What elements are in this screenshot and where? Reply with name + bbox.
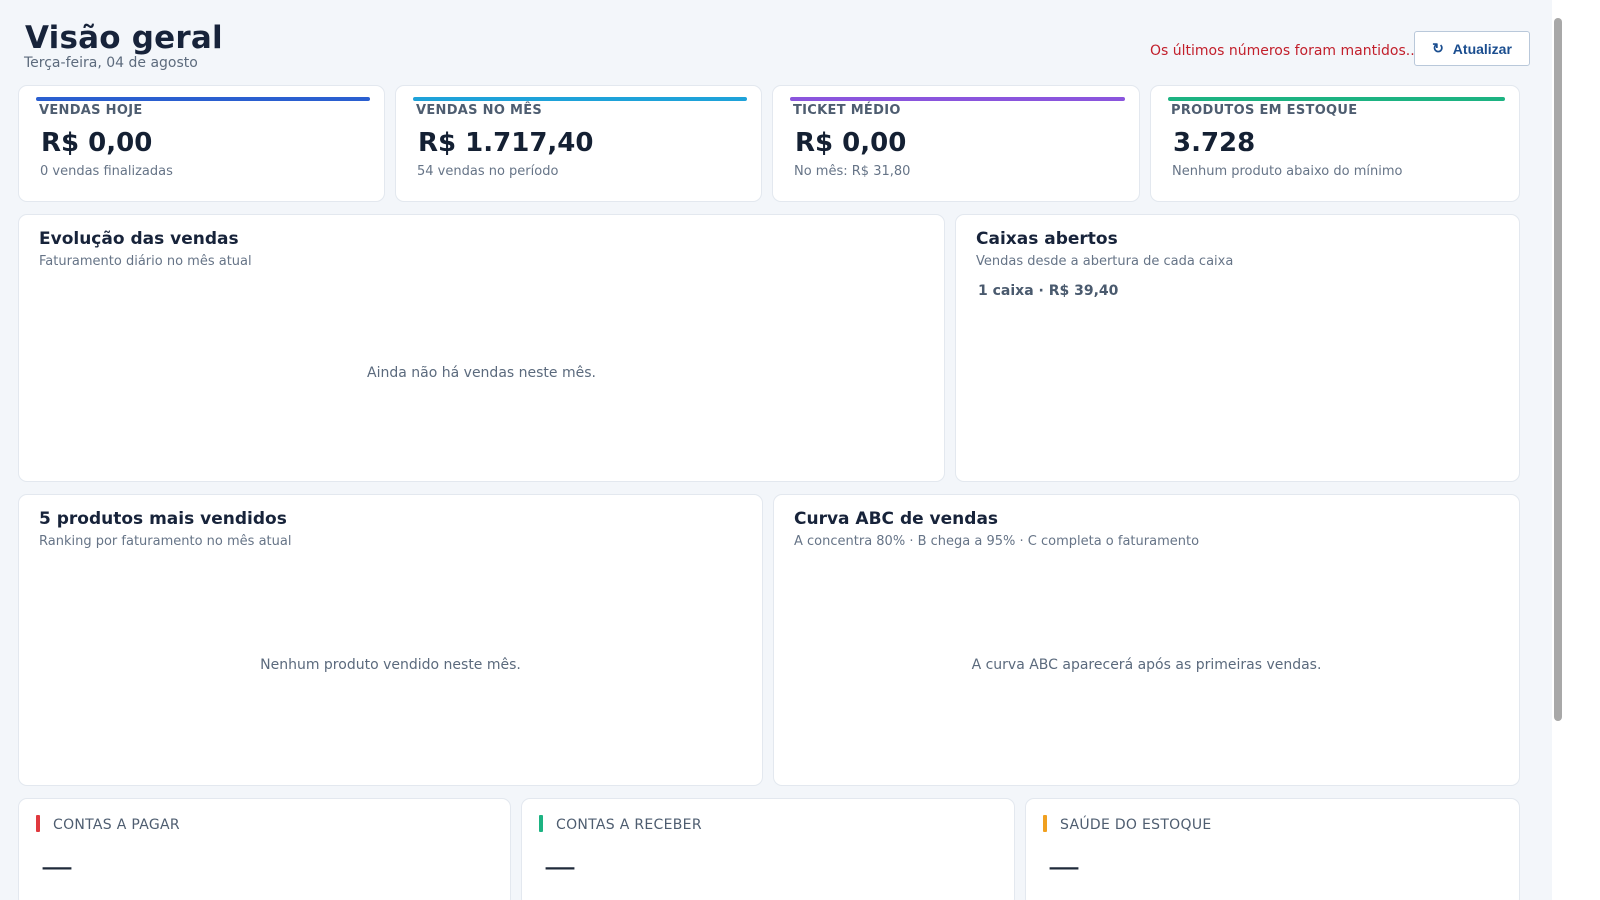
kpi-card-vendas-mes: VENDAS NO MÊS R$ 1.717,40 54 vendas no p… [395,85,762,202]
refresh-button-label: Atualizar [1452,40,1512,57]
kpi-value: R$ 0,00 [41,128,153,158]
empty-state-message: Ainda não há vendas neste mês. [367,365,596,381]
right-gutter [1568,0,1600,900]
scrollbar-thumb[interactable] [1554,18,1562,721]
kpi-subtext: 54 vendas no período [417,164,559,179]
refresh-button[interactable]: ↻ Atualizar [1414,31,1530,66]
card-value: — [41,847,73,885]
kpi-label: VENDAS HOJE [39,103,147,118]
top-products-panel: 5 produtos mais vendidos Ranking por fat… [18,494,763,786]
kpi-accent-bar [413,97,747,101]
panel-subtitle: Vendas desde a abertura de cada caixa [976,254,1234,269]
refresh-icon: ↻ [1432,40,1444,56]
accounts-receivable-card: CONTAS A RECEBER — [521,798,1015,900]
empty-state-message: Nenhum produto vendido neste mês. [260,657,521,673]
stale-data-message: Os últimos números foram mantidos... [1150,43,1420,59]
kpi-card-vendas-hoje: VENDAS HOJE R$ 0,00 0 vendas finalizadas [18,85,385,202]
accounts-payable-card: CONTAS A PAGAR — [18,798,511,900]
dashboard-page: Visão geral Terça-feira, 04 de agosto Os… [0,0,1552,900]
card-value: — [544,847,576,885]
kpi-subtext: Nenhum produto abaixo do mínimo [1172,164,1403,179]
panel-subtitle: A concentra 80% · B chega a 95% · C comp… [794,534,1200,549]
page-title: Visão geral [25,20,223,56]
kpi-card-ticket-medio: TICKET MÉDIO R$ 0,00 No mês: R$ 31,80 [772,85,1140,202]
kpi-value: 3.728 [1173,128,1256,158]
panel-subtitle: Faturamento diário no mês atual [39,254,252,269]
card-label: CONTAS A RECEBER [556,817,702,833]
kpi-accent-bar [36,97,370,101]
card-accent [1043,815,1047,832]
kpi-subtext: No mês: R$ 31,80 [794,164,911,179]
kpi-accent-bar [1168,97,1505,101]
card-accent [36,815,40,832]
empty-state-message: A curva ABC aparecerá após as primeiras … [971,657,1322,673]
kpi-label: TICKET MÉDIO [793,103,905,118]
panel-title: Evolução das vendas [39,229,239,249]
kpi-subtext: 0 vendas finalizadas [40,164,173,179]
stock-health-card: SAÚDE DO ESTOQUE — [1025,798,1520,900]
sales-evolution-panel: Evolução das vendas Faturamento diário n… [18,214,945,482]
panel-title: 5 produtos mais vendidos [39,509,287,529]
card-value: — [1048,847,1080,885]
card-label: CONTAS A PAGAR [53,817,180,833]
page-date: Terça-feira, 04 de agosto [24,55,198,71]
panel-title: Caixas abertos [976,229,1118,249]
card-label: SAÚDE DO ESTOQUE [1060,817,1212,833]
kpi-card-produtos-estoque: PRODUTOS EM ESTOQUE 3.728 Nenhum produto… [1150,85,1520,202]
open-registers-panel: Caixas abertos Vendas desde a abertura d… [955,214,1520,482]
kpi-label: PRODUTOS EM ESTOQUE [1171,103,1362,118]
panel-subtitle: Ranking por faturamento no mês atual [39,534,292,549]
abc-curve-panel: Curva ABC de vendas A concentra 80% · B … [773,494,1520,786]
panel-title: Curva ABC de vendas [794,509,999,529]
kpi-value: R$ 1.717,40 [418,128,594,158]
open-registers-summary: 1 caixa · R$ 39,40 [978,283,1119,299]
kpi-value: R$ 0,00 [795,128,907,158]
card-accent [539,815,543,832]
kpi-accent-bar [790,97,1125,101]
kpi-label: VENDAS NO MÊS [416,103,547,118]
